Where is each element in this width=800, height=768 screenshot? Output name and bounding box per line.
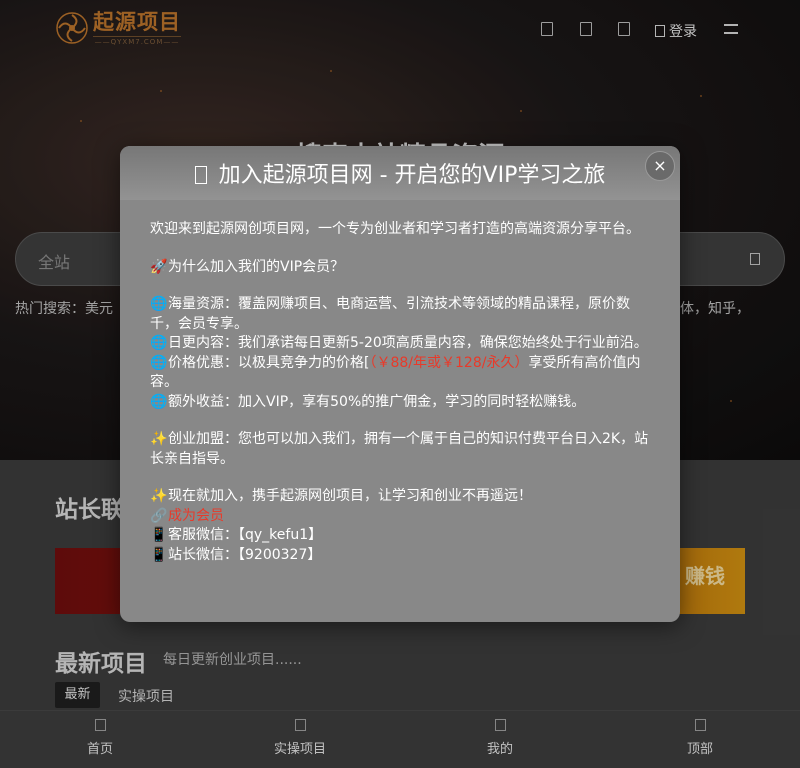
why-vip-heading: 🚀为什么加入我们的VIP会员？ [150, 258, 655, 278]
why-vip-text: 为什么加入我们的VIP会员？ [168, 258, 345, 275]
partner-text: ✨创业加盟：您也可以加入我们，拥有一个属于自己的知识付费平台日入2K，站长亲自指… [150, 430, 655, 469]
link-icon: 🔗 [150, 507, 168, 524]
benefit-daily-text: 日更内容：我们承诺每日更新5-20项高质量内容，确保您始终处于行业前沿。 [168, 335, 648, 351]
close-button[interactable]: × [645, 151, 675, 181]
phone-icon: 📱 [150, 546, 168, 563]
owner-wechat-text: 站长微信：【9200327】 [168, 546, 322, 563]
join-body: 现在就加入，携手起源网创项目，让学习和创业不再遥远！ [168, 488, 532, 504]
crown-icon [194, 166, 207, 184]
modal-header: 加入起源项目网 - 开启您的VIP学习之旅 [120, 146, 680, 200]
modal-title-text: 加入起源项目网 - 开启您的VIP学习之旅 [218, 163, 606, 188]
service-wechat-row: 📱客服微信：【qy_kefu1】 [150, 526, 655, 546]
phone-icon: 📱 [150, 527, 168, 543]
benefit-price-text: 价格优惠：以极具竞争力的价格[ [168, 354, 370, 371]
benefit-daily: 🌐日更内容：我们承诺每日更新5-20项高质量内容，确保您始终处于行业前沿。 [150, 334, 655, 354]
modal-title: 加入起源项目网 - 开启您的VIP学习之旅 [120, 157, 680, 189]
become-member-row[interactable]: 🔗成为会员 [150, 507, 655, 527]
benefit-income: 🌐额外收益：加入VIP，享有50%的推广佣金，学习的同时轻松赚钱。 [150, 393, 655, 413]
partner-body: 创业加盟：您也可以加入我们，拥有一个属于自己的知识付费平台日入2K，站长亲自指导… [150, 431, 649, 467]
sparkle-icon: ✨ [150, 488, 168, 504]
sparkle-icon: ✨ [150, 431, 168, 447]
benefit-income-text: 额外收益：加入VIP，享有50%的推广佣金，学习的同时轻松赚钱。 [168, 393, 586, 410]
globe-icon: 🌐 [150, 296, 168, 312]
service-wechat-text: 客服微信：【qy_kefu1】 [168, 527, 323, 543]
vip-modal: 加入起源项目网 - 开启您的VIP学习之旅 × 欢迎来到起源网创项目网，一个专为… [120, 146, 680, 622]
owner-wechat-row: 📱站长微信：【9200327】 [150, 546, 655, 566]
benefit-resources-text: 海量资源：覆盖网赚项目、电商运营、引流技术等领域的精品课程，原价数千，会员专享。 [150, 296, 630, 332]
globe-icon: 🌐 [150, 335, 168, 351]
rocket-icon: 🚀 [150, 258, 168, 275]
modal-body: 欢迎来到起源网创项目网，一个专为创业者和学习者打造的高端资源分享平台。 🚀为什么… [150, 220, 655, 565]
become-member-link[interactable]: 成为会员 [168, 508, 224, 524]
benefit-price: 🌐价格优惠：以极具竞争力的价格[（￥88/年或￥128/永久）享受所有高价值内容… [150, 354, 655, 393]
price-tag: （￥88/年或￥128/永久） [369, 354, 529, 371]
intro-text: 欢迎来到起源网创项目网，一个专为创业者和学习者打造的高端资源分享平台。 [150, 221, 640, 237]
benefit-resources: 🌐海量资源：覆盖网赚项目、电商运营、引流技术等领域的精品课程，原价数千，会员专享… [150, 295, 655, 334]
globe-icon: 🌐 [150, 354, 168, 371]
join-text: ✨现在就加入，携手起源网创项目，让学习和创业不再遥远！ [150, 487, 655, 507]
globe-icon: 🌐 [150, 393, 168, 410]
